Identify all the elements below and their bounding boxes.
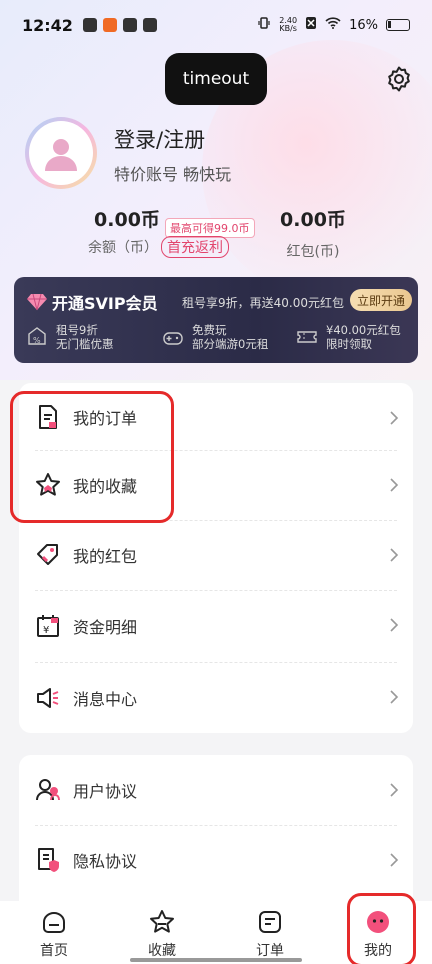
home-icon <box>43 912 65 933</box>
chevron-right-icon <box>390 783 399 797</box>
net-speed-unit: KB/s <box>279 24 297 33</box>
perk-line2: 无门槛优惠 <box>56 337 114 351</box>
annotation-highlight-box <box>10 391 174 523</box>
login-register-link[interactable]: 登录/注册 <box>114 124 205 154</box>
tab-home[interactable]: 首页 <box>0 901 108 964</box>
user-placeholder-icon <box>45 139 77 171</box>
discount-icon: % <box>28 327 46 345</box>
menu-label: 用户协议 <box>73 782 138 801</box>
menu-item-messages[interactable]: 消息中心 <box>19 662 413 733</box>
chevron-right-icon <box>390 478 399 492</box>
svip-title: 开通SVIP会员 <box>52 294 158 313</box>
first-recharge-tag[interactable]: 首充返利 <box>161 236 229 258</box>
profile-subtitle: 特价账号 畅快玩 <box>114 165 232 184</box>
svip-open-button[interactable]: 立即开通 <box>350 289 412 311</box>
balance-block[interactable]: 0.00币 <box>82 205 172 232</box>
svip-banner[interactable]: 开通SVIP会员 租号享9折，再送40.00元红包 立即开通 % 租号9折 无门槛… <box>14 277 418 363</box>
no-sim-icon <box>305 16 317 34</box>
svip-perk-discount: % 租号9折 无门槛优惠 <box>26 323 114 351</box>
perk-line2: 部分端游0元租 <box>192 337 269 351</box>
svg-text:¥: ¥ <box>43 625 49 636</box>
chevron-right-icon <box>390 853 399 867</box>
status-right: 2.40 KB/s 16% <box>257 16 410 34</box>
network-speed: 2.40 KB/s <box>279 17 297 33</box>
menu-group-agreements: 用户协议 隐私协议 <box>19 755 413 915</box>
perk-line2: 限时领取 <box>326 337 372 351</box>
tab-label: 订单 <box>256 943 284 959</box>
status-notification-icons <box>82 18 157 32</box>
tab-label: 首页 <box>40 943 68 959</box>
app-notification-icon <box>122 18 137 32</box>
svip-title-row: 开通SVIP会员 <box>26 290 158 314</box>
battery-icon <box>386 19 410 31</box>
app-notification-icon <box>142 18 157 32</box>
gamepad-icon <box>163 332 183 345</box>
balance-amount: 0.00币 <box>94 209 160 231</box>
favorite-icon <box>150 910 174 933</box>
perk-line1: ¥40.00元红包 <box>326 323 401 337</box>
tag-icon <box>37 544 58 565</box>
ticket-icon <box>297 331 317 343</box>
timeout-pill[interactable]: timeout <box>165 53 267 105</box>
status-time: 12:42 <box>22 15 73 35</box>
app-notification-icon <box>82 18 97 32</box>
chevron-right-icon <box>390 690 399 704</box>
annotation-highlight-box <box>347 893 416 964</box>
tab-favorites[interactable]: 收藏 <box>108 901 216 964</box>
tab-label: 收藏 <box>148 943 176 959</box>
home-indicator <box>130 958 302 962</box>
avatar-placeholder <box>29 121 93 185</box>
menu-item-privacy-agreement[interactable]: 隐私协议 <box>19 825 413 895</box>
menu-label: 我的红包 <box>73 547 138 566</box>
chevron-right-icon <box>390 548 399 562</box>
menu-item-user-agreement[interactable]: 用户协议 <box>19 755 413 825</box>
battery-percent: 16% <box>349 17 378 33</box>
avatar[interactable] <box>25 117 97 189</box>
settings-gear-icon[interactable] <box>386 66 412 92</box>
perk-line1: 租号9折 <box>56 323 98 337</box>
balance-label: 余额（币） <box>88 240 158 256</box>
balance-label-row: 余额（币） 首充返利 <box>88 236 229 258</box>
max-bonus-tag: 最高可得99.0币 <box>165 218 255 238</box>
chevron-right-icon <box>390 411 399 425</box>
chevron-right-icon <box>390 618 399 632</box>
svip-description: 租号享9折，再送40.00元红包 <box>182 296 344 310</box>
app-notification-icon <box>102 18 117 32</box>
svg-text:%: % <box>33 336 41 345</box>
perk-line1: 免费玩 <box>192 323 227 337</box>
privacy-doc-icon <box>38 848 59 872</box>
wifi-icon <box>325 17 341 33</box>
speaker-icon <box>37 687 59 708</box>
vibrate-icon <box>257 16 271 34</box>
menu-label: 隐私协议 <box>73 852 138 871</box>
diamond-icon <box>27 293 47 311</box>
menu-item-fund-details[interactable]: ¥ 资金明细 <box>19 590 413 662</box>
red-packet-block[interactable]: 0.00币 红包(币) <box>268 205 358 261</box>
menu-label: 资金明细 <box>73 618 138 637</box>
status-bar: 12:42 2.40 KB/s 16% <box>0 0 432 50</box>
calendar-yen-icon: ¥ <box>37 615 59 637</box>
red-packet-label: 红包(币) <box>286 244 340 260</box>
tab-orders[interactable]: 订单 <box>216 901 324 964</box>
order-icon <box>259 911 281 933</box>
users-icon <box>36 779 60 801</box>
red-packet-amount: 0.00币 <box>280 209 346 231</box>
svip-perk-free-play: 免费玩 部分端游0元租 <box>162 323 268 351</box>
svip-perk-red-packet: ¥40.00元红包 限时领取 <box>296 323 401 351</box>
menu-item-red-packets[interactable]: 我的红包 <box>19 520 413 590</box>
menu-label: 消息中心 <box>73 689 138 709</box>
